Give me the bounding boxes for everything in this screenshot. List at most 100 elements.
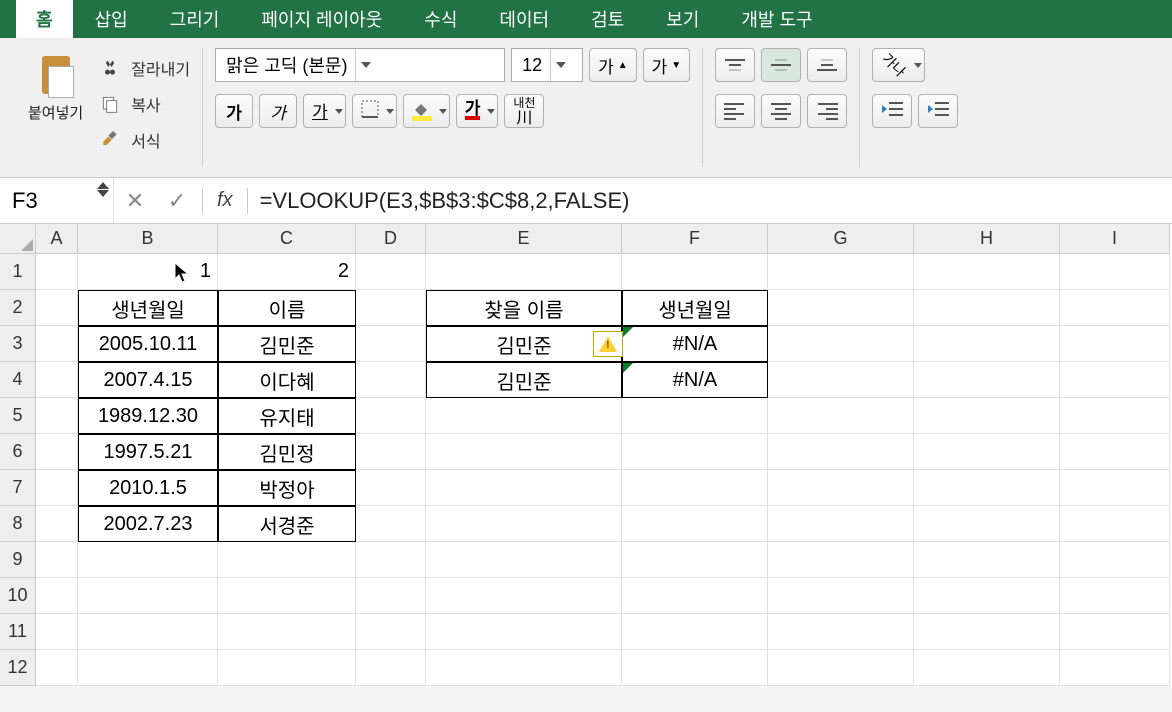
decrease-indent-button[interactable]	[872, 94, 912, 128]
align-top-button[interactable]	[715, 48, 755, 82]
tab-view[interactable]: 보기	[646, 0, 719, 38]
cell-G11[interactable]	[768, 614, 914, 650]
cell-I8[interactable]	[1060, 506, 1170, 542]
cell-I4[interactable]	[1060, 362, 1170, 398]
cell-F12[interactable]	[622, 650, 768, 686]
row-header-6[interactable]: 6	[0, 434, 36, 470]
cell-I2[interactable]	[1060, 290, 1170, 326]
cell-C11[interactable]	[218, 614, 356, 650]
italic-button[interactable]: 가	[259, 94, 297, 128]
cell-A2[interactable]	[36, 290, 78, 326]
name-box[interactable]: F3	[4, 178, 114, 223]
cell-B12[interactable]	[78, 650, 218, 686]
cell-H5[interactable]	[914, 398, 1060, 434]
shrink-font-button[interactable]: 가▼	[643, 48, 691, 82]
cell-D11[interactable]	[356, 614, 426, 650]
cell-D5[interactable]	[356, 398, 426, 434]
cell-B3[interactable]: 2005.10.11	[78, 326, 218, 362]
accept-formula-button[interactable]: ✓	[156, 178, 198, 223]
row-header-7[interactable]: 7	[0, 470, 36, 506]
select-all-corner[interactable]	[0, 224, 36, 254]
cell-D1[interactable]	[356, 254, 426, 290]
border-button[interactable]	[352, 94, 397, 128]
cell-A3[interactable]	[36, 326, 78, 362]
cell-F7[interactable]	[622, 470, 768, 506]
cell-I5[interactable]	[1060, 398, 1170, 434]
orientation-button[interactable]: 가나	[872, 48, 925, 82]
paste-button[interactable]: 붙여넣기	[28, 48, 83, 156]
cell-H7[interactable]	[914, 470, 1060, 506]
cell-H3[interactable]	[914, 326, 1060, 362]
tab-review[interactable]: 검토	[571, 0, 644, 38]
cell-H8[interactable]	[914, 506, 1060, 542]
cell-E12[interactable]	[426, 650, 622, 686]
col-header-D[interactable]: D	[356, 224, 426, 254]
tab-dev[interactable]: 개발 도구	[721, 0, 832, 38]
cell-E5[interactable]	[426, 398, 622, 434]
cell-F11[interactable]	[622, 614, 768, 650]
cell-D4[interactable]	[356, 362, 426, 398]
name-box-spinner[interactable]	[97, 182, 109, 197]
align-right-button[interactable]	[807, 94, 847, 128]
format-painter-button[interactable]: 서식	[99, 124, 190, 156]
row-header-1[interactable]: 1	[0, 254, 36, 290]
tab-pagelayout[interactable]: 페이지 레이아웃	[241, 0, 402, 38]
cell-G10[interactable]	[768, 578, 914, 614]
row-header-10[interactable]: 10	[0, 578, 36, 614]
cell-F4[interactable]: #N/A	[622, 362, 768, 398]
row-header-3[interactable]: 3	[0, 326, 36, 362]
cell-D8[interactable]	[356, 506, 426, 542]
cell-F9[interactable]	[622, 542, 768, 578]
cell-G7[interactable]	[768, 470, 914, 506]
col-header-F[interactable]: F	[622, 224, 768, 254]
increase-indent-button[interactable]	[918, 94, 958, 128]
cell-F10[interactable]	[622, 578, 768, 614]
cell-C10[interactable]	[218, 578, 356, 614]
cell-A6[interactable]	[36, 434, 78, 470]
cell-G6[interactable]	[768, 434, 914, 470]
cell-A4[interactable]	[36, 362, 78, 398]
row-header-12[interactable]: 12	[0, 650, 36, 686]
cell-F8[interactable]	[622, 506, 768, 542]
bold-button[interactable]: 가	[215, 94, 253, 128]
cell-D2[interactable]	[356, 290, 426, 326]
cell-B10[interactable]	[78, 578, 218, 614]
cell-D12[interactable]	[356, 650, 426, 686]
cell-H9[interactable]	[914, 542, 1060, 578]
cell-H2[interactable]	[914, 290, 1060, 326]
align-center-button[interactable]	[761, 94, 801, 128]
cell-G12[interactable]	[768, 650, 914, 686]
fill-color-button[interactable]	[403, 94, 450, 128]
cell-E4[interactable]: 김민준	[426, 362, 622, 398]
cell-I11[interactable]	[1060, 614, 1170, 650]
align-middle-button[interactable]	[761, 48, 801, 82]
cell-A9[interactable]	[36, 542, 78, 578]
tab-formula[interactable]: 수식	[404, 0, 477, 38]
cell-I3[interactable]	[1060, 326, 1170, 362]
cell-A12[interactable]	[36, 650, 78, 686]
cell-I10[interactable]	[1060, 578, 1170, 614]
font-size-select[interactable]: 12	[511, 48, 583, 82]
col-header-C[interactable]: C	[218, 224, 356, 254]
tab-data[interactable]: 데이터	[479, 0, 569, 38]
cell-B7[interactable]: 2010.1.5	[78, 470, 218, 506]
cell-D7[interactable]	[356, 470, 426, 506]
cell-F3[interactable]: #N/A	[622, 326, 768, 362]
align-left-button[interactable]	[715, 94, 755, 128]
cell-A8[interactable]	[36, 506, 78, 542]
cell-B1[interactable]: 1	[78, 254, 218, 290]
tab-home[interactable]: 홈	[16, 0, 73, 38]
font-name-select[interactable]: 맑은 고딕 (본문)	[215, 48, 505, 82]
cell-G3[interactable]	[768, 326, 914, 362]
cut-button[interactable]: 잘라내기	[99, 52, 190, 84]
cell-B2[interactable]: 생년월일	[78, 290, 218, 326]
hanja-button[interactable]: 내천 川	[504, 94, 544, 128]
cell-H10[interactable]	[914, 578, 1060, 614]
cell-C9[interactable]	[218, 542, 356, 578]
cell-B4[interactable]: 2007.4.15	[78, 362, 218, 398]
font-color-button[interactable]: 가	[456, 94, 499, 128]
cell-B5[interactable]: 1989.12.30	[78, 398, 218, 434]
cell-H1[interactable]	[914, 254, 1060, 290]
col-header-H[interactable]: H	[914, 224, 1060, 254]
cell-B6[interactable]: 1997.5.21	[78, 434, 218, 470]
